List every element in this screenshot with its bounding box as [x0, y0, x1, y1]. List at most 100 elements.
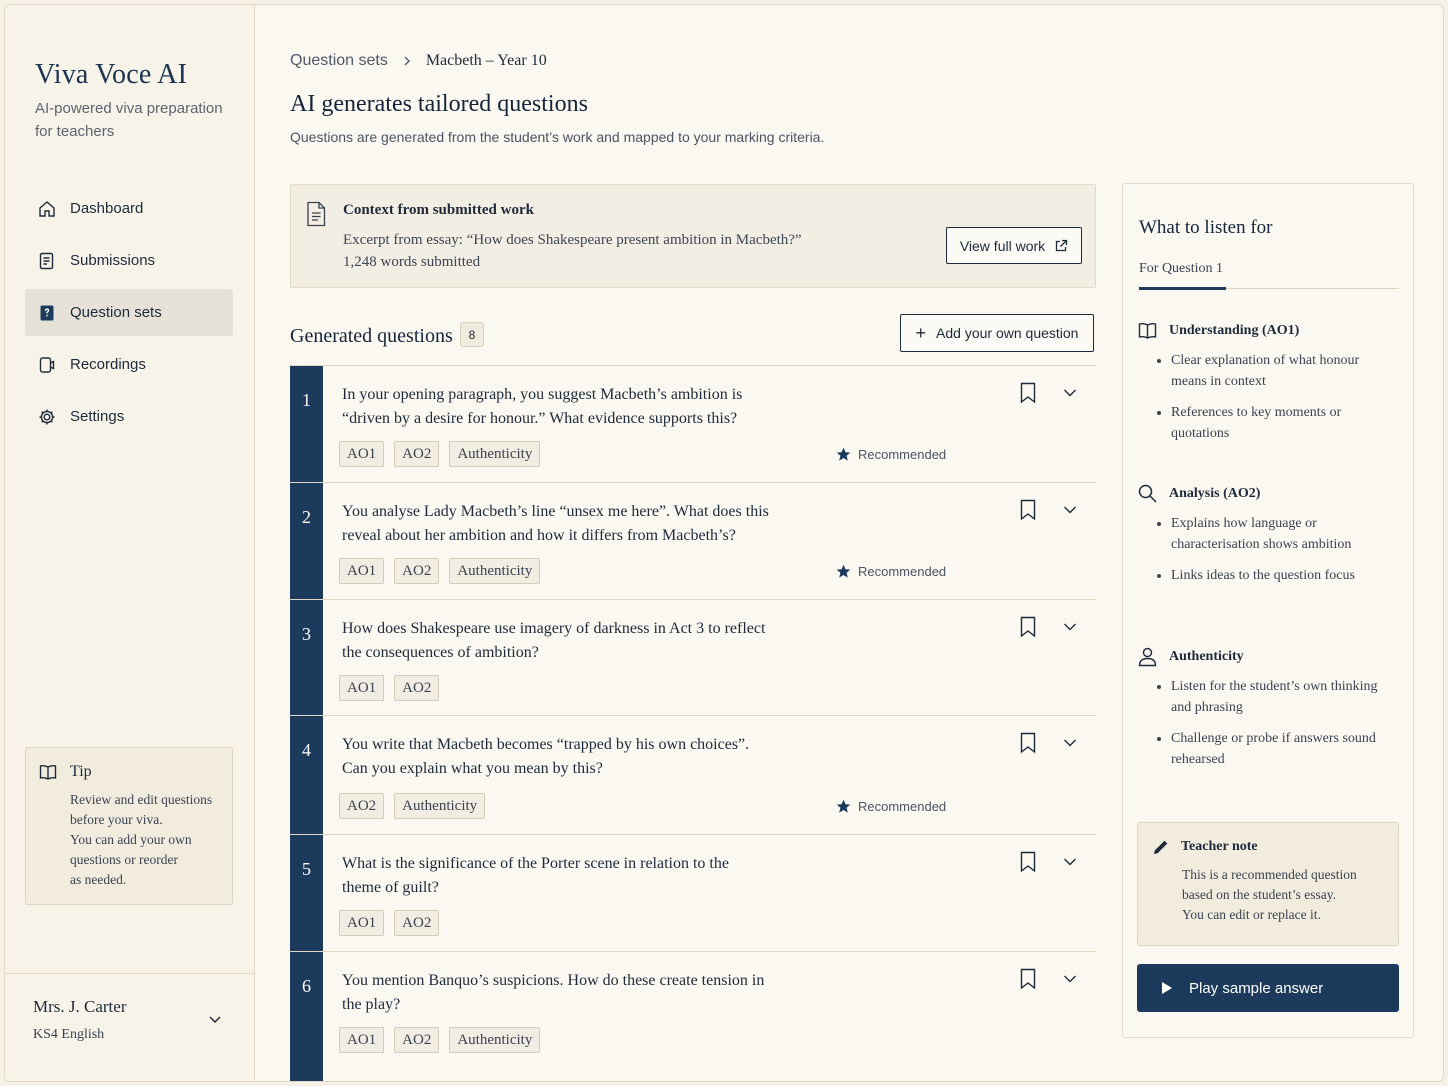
criteria-tags: AO1 AO2 Authenticity [339, 1027, 541, 1053]
plus-icon: + [915, 323, 927, 343]
star-icon [836, 447, 851, 461]
tag: Authenticity [449, 558, 541, 584]
user-name[interactable]: Mrs. J. Carter [33, 997, 126, 1017]
question-text: You mention Banquo’s suspicions. How do … [342, 972, 765, 1013]
sidebar-item-label: Submissions [70, 252, 156, 269]
question-row[interactable]: 4 You write that Macbeth becomes “trappe… [290, 716, 1096, 835]
criterion-points: Clear explanation of what honour means i… [1157, 350, 1399, 444]
sidebar-item-question-sets[interactable]: Question sets [25, 289, 233, 336]
question-number: 5 [290, 835, 323, 951]
external-link-icon [1056, 239, 1068, 251]
recommended-label: Recommended [858, 447, 947, 462]
recommended-badge: Recommended [836, 447, 946, 462]
context-card: Context from submitted work Excerpt from… [290, 184, 1096, 288]
tag: AO1 [339, 910, 385, 936]
question-number: 2 [290, 483, 323, 599]
criteria-tags: AO1 AO2 Authenticity [339, 558, 541, 584]
listen-panel: What to listen for For Question 1 Unders… [1122, 183, 1414, 1038]
sidebar-item-recordings[interactable]: Recordings [25, 341, 233, 388]
question-number: 4 [290, 716, 323, 834]
teacher-note-body: This is a recommended question based on … [1182, 867, 1357, 922]
question-row[interactable]: 3 How does Shakespeare use imagery of da… [290, 600, 1096, 716]
criteria-tags: AO1 AO2 Authenticity [339, 441, 541, 467]
criteria-tags: AO1 AO2 [339, 910, 440, 936]
tag: Authenticity [449, 441, 541, 467]
teacher-note: Teacher note This is a recommended quest… [1137, 822, 1399, 946]
breadcrumb: Question sets Macbeth – Year 10 [290, 52, 547, 70]
chevron-down-icon[interactable] [1063, 388, 1077, 398]
tip-body: Review and edit questions before your vi… [70, 792, 213, 887]
question-row[interactable]: 2 You analyse Lady Macbeth’s line “unsex… [290, 483, 1096, 600]
bookmark-icon[interactable] [1020, 616, 1036, 638]
bookmark-icon[interactable] [1020, 499, 1036, 521]
breadcrumb-current: Macbeth – Year 10 [425, 52, 547, 69]
context-title: Context from submitted work [343, 202, 534, 218]
star-icon [836, 799, 851, 813]
page-title: AI generates tailored questions [290, 91, 588, 117]
criterion-title: Authenticity [1169, 648, 1244, 664]
generated-questions-title: Generated questions [290, 325, 453, 347]
sidebar-item-submissions[interactable]: Submissions [25, 237, 233, 284]
view-full-work-button[interactable]: View full work [946, 227, 1082, 264]
document-icon [307, 201, 326, 227]
tip-title: Tip [70, 763, 92, 780]
teacher-note-title: Teacher note [1181, 839, 1258, 854]
chevron-down-icon[interactable] [207, 1011, 223, 1027]
sidebar-nav: Dashboard Submissions Question sets Reco… [25, 185, 233, 445]
tag: AO2 [394, 910, 440, 936]
breadcrumb-parent[interactable]: Question sets [290, 52, 388, 70]
criterion-point: References to key moments or quotations [1157, 402, 1379, 444]
tab-question-1[interactable]: For Question 1 [1139, 261, 1223, 277]
bookmark-icon[interactable] [1020, 968, 1036, 990]
criterion-understanding: Understanding (AO1) Clear explanation of… [1137, 320, 1399, 454]
question-row[interactable]: 1 In your opening paragraph, you suggest… [290, 366, 1096, 483]
tab-active-indicator [1139, 287, 1226, 290]
tag: AO2 [394, 1027, 440, 1053]
home-icon [39, 200, 55, 217]
person-icon [1138, 647, 1157, 667]
sidebar-item-settings[interactable]: Settings [25, 393, 233, 440]
play-icon [1162, 982, 1172, 994]
tag: AO1 [339, 1027, 385, 1053]
question-row[interactable]: 5 What is the significance of the Porter… [290, 835, 1096, 952]
tag: Authenticity [449, 1027, 541, 1053]
sidebar-item-dashboard[interactable]: Dashboard [25, 185, 233, 232]
bookmark-icon[interactable] [1020, 732, 1036, 754]
view-full-work-label: View full work [959, 237, 1046, 254]
user-role: KS4 English [33, 1027, 105, 1042]
question-list: 1 In your opening paragraph, you suggest… [290, 365, 1096, 1081]
tag: AO2 [339, 793, 385, 819]
tag: AO2 [394, 675, 440, 701]
bookmark-icon[interactable] [1020, 382, 1036, 404]
brand-tagline: AI-powered viva preparation for teachers [35, 100, 223, 140]
chevron-down-icon[interactable] [1063, 505, 1077, 515]
tag: AO1 [339, 675, 385, 701]
criterion-point: Listen for the student’s own thinking an… [1157, 676, 1379, 718]
play-sample-answer-label: Play sample answer [1189, 979, 1324, 997]
play-sample-answer-button[interactable]: Play sample answer [1137, 964, 1399, 1012]
criterion-point: Explains how language or characterisatio… [1157, 513, 1379, 555]
question-row[interactable]: 6 You mention Banquo’s suspicions. How d… [290, 952, 1096, 1081]
chevron-down-icon[interactable] [1063, 738, 1077, 748]
chevron-down-icon[interactable] [1063, 974, 1077, 984]
pencil-icon [1154, 840, 1168, 854]
chevron-right-icon [404, 56, 410, 66]
recommended-label: Recommended [858, 799, 947, 814]
criterion-points: Explains how language or characterisatio… [1157, 513, 1399, 586]
criteria-tags: AO1 AO2 [339, 675, 440, 701]
book-icon [1138, 322, 1157, 339]
question-count-badge: 8 [460, 322, 484, 347]
chevron-down-icon[interactable] [1063, 622, 1077, 632]
divider [5, 973, 255, 974]
add-question-button[interactable]: + Add your own question [900, 314, 1094, 352]
criterion-authenticity: Authenticity Listen for the student’s ow… [1137, 646, 1399, 780]
add-question-label: Add your own question [936, 325, 1079, 341]
tag: AO2 [394, 558, 440, 584]
bookmark-icon[interactable] [1020, 851, 1036, 873]
sidebar-item-label: Settings [70, 408, 125, 425]
recommended-badge: Recommended [836, 799, 946, 814]
recommended-label: Recommended [858, 564, 947, 579]
question-set-icon [40, 305, 54, 320]
criterion-analysis: Analysis (AO2) Explains how language or … [1137, 483, 1399, 596]
chevron-down-icon[interactable] [1063, 857, 1077, 867]
